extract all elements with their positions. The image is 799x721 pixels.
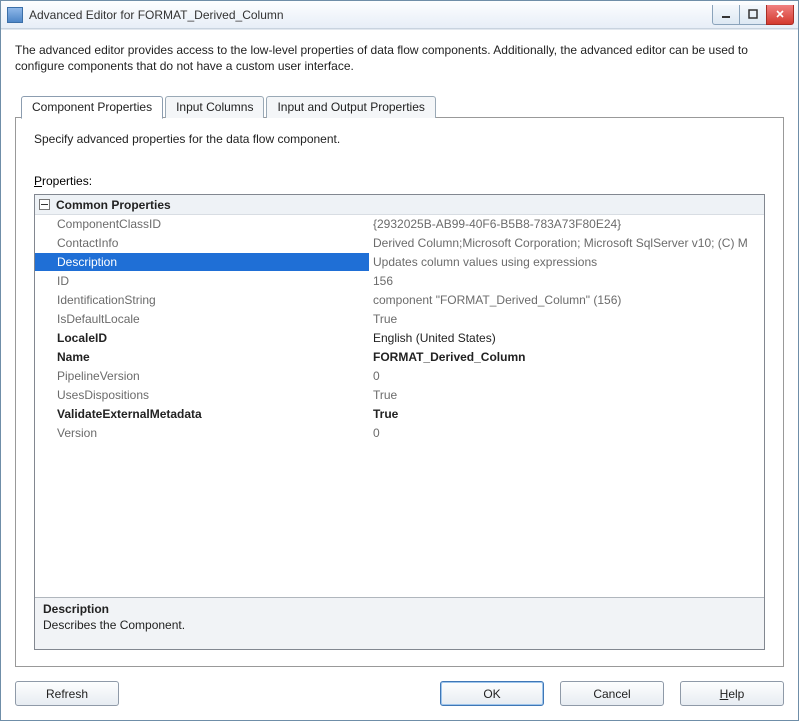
group-header-common[interactable]: Common Properties [35,195,764,215]
window-title: Advanced Editor for FORMAT_Derived_Colum… [29,8,713,22]
property-value[interactable]: component "FORMAT_Derived_Column" (156) [369,291,764,309]
property-value[interactable]: FORMAT_Derived_Column [369,348,764,366]
property-name: ContactInfo [35,234,369,252]
tab-input-columns[interactable]: Input Columns [165,96,264,118]
property-row[interactable]: ComponentClassID{2932025B-AB99-40F6-B5B8… [35,215,764,234]
tab-panel: Specify advanced properties for the data… [15,117,784,667]
dialog-buttons: Refresh OK Cancel Help [15,667,784,706]
help-button[interactable]: Help [680,681,784,706]
refresh-button[interactable]: Refresh [15,681,119,706]
property-grid-body: Common Properties ComponentClassID{29320… [35,195,764,597]
property-value[interactable]: True [369,386,764,404]
panel-hint: Specify advanced properties for the data… [34,132,765,146]
property-value[interactable]: 156 [369,272,764,290]
property-name: ID [35,272,369,290]
property-name: PipelineVersion [35,367,369,385]
dialog-window: Advanced Editor for FORMAT_Derived_Colum… [0,0,799,721]
property-row[interactable]: IsDefaultLocaleTrue [35,310,764,329]
app-icon [7,7,23,23]
cancel-button[interactable]: Cancel [560,681,664,706]
property-row[interactable]: ID156 [35,272,764,291]
property-row[interactable]: ValidateExternalMetadataTrue [35,405,764,424]
property-row[interactable]: LocaleIDEnglish (United States) [35,329,764,348]
ok-button[interactable]: OK [440,681,544,706]
property-value[interactable]: English (United States) [369,329,764,347]
property-value[interactable]: True [369,310,764,328]
property-row[interactable]: PipelineVersion0 [35,367,764,386]
properties-label: Properties: [34,174,765,188]
client-area: The advanced editor provides access to t… [1,29,798,720]
property-row[interactable]: ContactInfoDerived Column;Microsoft Corp… [35,234,764,253]
close-button[interactable] [766,5,794,25]
property-value[interactable]: {2932025B-AB99-40F6-B5B8-783A73F80E24} [369,215,764,233]
window-controls [713,5,794,25]
description-pane: Description Describes the Component. [35,597,764,649]
tab-component-properties[interactable]: Component Properties [21,96,163,119]
maximize-button[interactable] [739,5,767,25]
tab-strip: Component Properties Input Columns Input… [15,94,784,118]
property-name: IdentificationString [35,291,369,309]
property-name: Name [35,348,369,366]
property-name: Description [35,253,369,271]
property-name: UsesDispositions [35,386,369,404]
property-value[interactable]: Derived Column;Microsoft Corporation; Mi… [369,234,764,252]
property-name: Version [35,424,369,442]
property-value[interactable]: True [369,405,764,423]
property-row[interactable]: NameFORMAT_Derived_Column [35,348,764,367]
property-value[interactable]: 0 [369,424,764,442]
property-row[interactable]: DescriptionUpdates column values using e… [35,253,764,272]
collapse-icon[interactable] [39,199,50,210]
property-row[interactable]: UsesDispositionsTrue [35,386,764,405]
property-grid[interactable]: Common Properties ComponentClassID{29320… [34,194,765,650]
title-bar[interactable]: Advanced Editor for FORMAT_Derived_Colum… [1,1,798,29]
intro-text: The advanced editor provides access to t… [15,42,784,74]
property-value[interactable]: Updates column values using expressions [369,253,764,271]
property-name: LocaleID [35,329,369,347]
description-header: Description [43,602,756,616]
minimize-button[interactable] [712,5,740,25]
description-text: Describes the Component. [43,618,756,632]
tab-input-output-properties[interactable]: Input and Output Properties [266,96,435,118]
group-header-label: Common Properties [56,198,171,212]
property-row[interactable]: Version0 [35,424,764,443]
property-name: IsDefaultLocale [35,310,369,328]
property-value[interactable]: 0 [369,367,764,385]
property-name: ComponentClassID [35,215,369,233]
property-row[interactable]: IdentificationStringcomponent "FORMAT_De… [35,291,764,310]
property-name: ValidateExternalMetadata [35,405,369,423]
